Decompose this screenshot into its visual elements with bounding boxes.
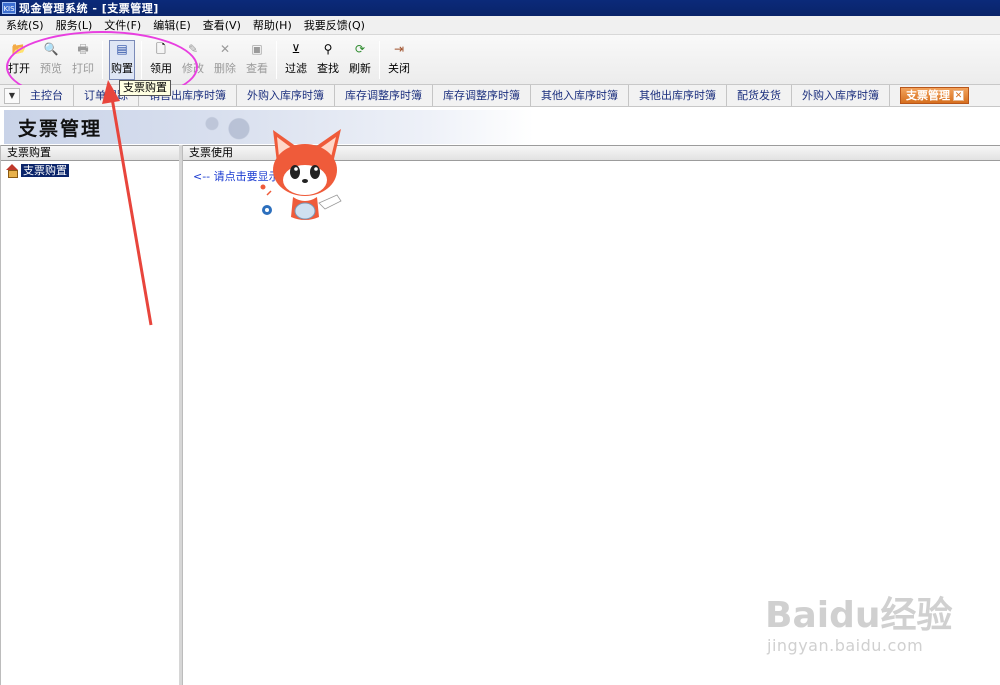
modify-button-label: 修改 <box>182 62 204 75</box>
toolbar-separator <box>379 41 380 79</box>
menu-service[interactable]: 服务(L) <box>50 17 99 33</box>
chevron-down-icon[interactable]: ▼ <box>4 87 20 104</box>
purchase-panel-header: 支票购置 <box>1 145 179 161</box>
page-title: 支票管理 <box>18 118 103 140</box>
open-folder-icon: 📂 <box>11 42 27 56</box>
binoculars-icon: ⚲ <box>323 42 333 56</box>
tab-purchase-in[interactable]: 外购入库序时簿 <box>237 85 335 106</box>
tab-cheque-management[interactable]: 支票管理 ✕ <box>900 87 969 104</box>
purchase-tooltip: 支票购置 <box>119 80 171 96</box>
purchase-button[interactable]: ▤ 购置 <box>109 40 135 80</box>
purchase-panel: 支票购置 支票购置 <box>0 145 182 685</box>
menu-file[interactable]: 文件(F) <box>98 17 147 33</box>
toolbar-separator <box>102 41 103 79</box>
filter-icon: ⊻ <box>291 42 301 56</box>
print-icon: 🖶 <box>77 42 89 56</box>
new-doc-icon: 🗋 <box>156 42 166 56</box>
tab-stock-adjust[interactable]: 库存调整序时簿 <box>335 85 433 106</box>
watermark-brand: Baidu经验 <box>765 595 953 636</box>
tab-cheque-management-label: 支票管理 <box>906 89 950 102</box>
tab-stock-adjust-2[interactable]: 库存调整序时簿 <box>433 85 531 106</box>
tab-purchase-in-2[interactable]: 外购入库序时簿 <box>792 85 890 106</box>
menu-help[interactable]: 帮助(H) <box>247 17 298 33</box>
delete-icon: ✕ <box>219 42 231 56</box>
tab-console[interactable]: 主控台 <box>20 85 74 106</box>
preview-button-label: 预览 <box>40 62 62 75</box>
watermark-url: jingyan.baidu.com <box>767 636 924 655</box>
delete-button-label: 删除 <box>214 62 236 75</box>
toolbar-separator <box>141 41 142 79</box>
print-button-label: 打印 <box>72 62 94 75</box>
filter-button[interactable]: ⊻ 过滤 <box>283 41 309 79</box>
home-icon <box>5 163 19 178</box>
refresh-button-label: 刷新 <box>349 62 371 75</box>
menu-bar: 系统(S) 服务(L) 文件(F) 编辑(E) 查看(V) 帮助(H) 我要反馈… <box>0 16 1000 35</box>
title-bar: KIS 现金管理系统 - [支票管理] <box>0 0 1000 16</box>
toolbar: 📂 打开 🔍 预览 🖶 打印 ▤ 购置 🗋 领用 ✎ 修改 ✕ 删除 ▣ 查看 … <box>0 35 1000 85</box>
view-button-label: 查看 <box>246 62 268 75</box>
app-logo-icon: KIS <box>2 2 16 14</box>
close-button-label: 关闭 <box>388 62 410 75</box>
tree-item-purchase[interactable]: 支票购置 <box>5 163 69 178</box>
toolbar-separator <box>276 41 277 79</box>
tab-other-out[interactable]: 其他出库序时簿 <box>629 85 727 106</box>
page-banner: 支票管理 <box>0 107 1000 145</box>
menu-edit[interactable]: 编辑(E) <box>147 17 197 33</box>
menu-feedback[interactable]: 我要反馈(Q) <box>298 17 371 33</box>
delete-button[interactable]: ✕ 删除 <box>212 41 238 79</box>
refresh-icon: ⟳ <box>354 42 366 56</box>
close-button[interactable]: ⇥ 关闭 <box>386 41 412 79</box>
fox-mascot-drawing <box>260 129 342 220</box>
window-title: 现金管理系统 - [支票管理] <box>19 2 159 15</box>
exit-door-icon: ⇥ <box>393 42 405 56</box>
fox-mascot <box>260 129 342 220</box>
close-icon[interactable]: ✕ <box>953 90 964 101</box>
open-button-label: 打开 <box>8 62 30 75</box>
find-button[interactable]: ⚲ 查找 <box>315 41 341 79</box>
view-button[interactable]: ▣ 查看 <box>244 41 270 79</box>
find-button-label: 查找 <box>317 62 339 75</box>
filter-button-label: 过滤 <box>285 62 307 75</box>
baidu-watermark: Baidu经验 jingyan.baidu.com <box>765 578 952 668</box>
tree-item-label: 支票购置 <box>21 163 69 177</box>
modify-button[interactable]: ✎ 修改 <box>180 41 206 79</box>
edit-icon: ✎ <box>187 42 199 56</box>
view-icon: ▣ <box>251 42 263 56</box>
refresh-button[interactable]: ⟳ 刷新 <box>347 41 373 79</box>
tab-delivery[interactable]: 配货发货 <box>727 85 792 106</box>
purchase-button-label: 购置 <box>111 62 133 75</box>
preview-button[interactable]: 🔍 预览 <box>38 41 64 79</box>
menu-view[interactable]: 查看(V) <box>197 17 247 33</box>
print-button[interactable]: 🖶 打印 <box>70 41 96 79</box>
issue-button-label: 领用 <box>150 62 172 75</box>
tab-other-in[interactable]: 其他入库序时簿 <box>531 85 629 106</box>
menu-system[interactable]: 系统(S) <box>0 17 50 33</box>
purchase-icon: ▤ <box>116 42 128 56</box>
preview-icon: 🔍 <box>43 42 59 56</box>
issue-button[interactable]: 🗋 领用 <box>148 41 174 79</box>
open-button[interactable]: 📂 打开 <box>6 41 32 79</box>
